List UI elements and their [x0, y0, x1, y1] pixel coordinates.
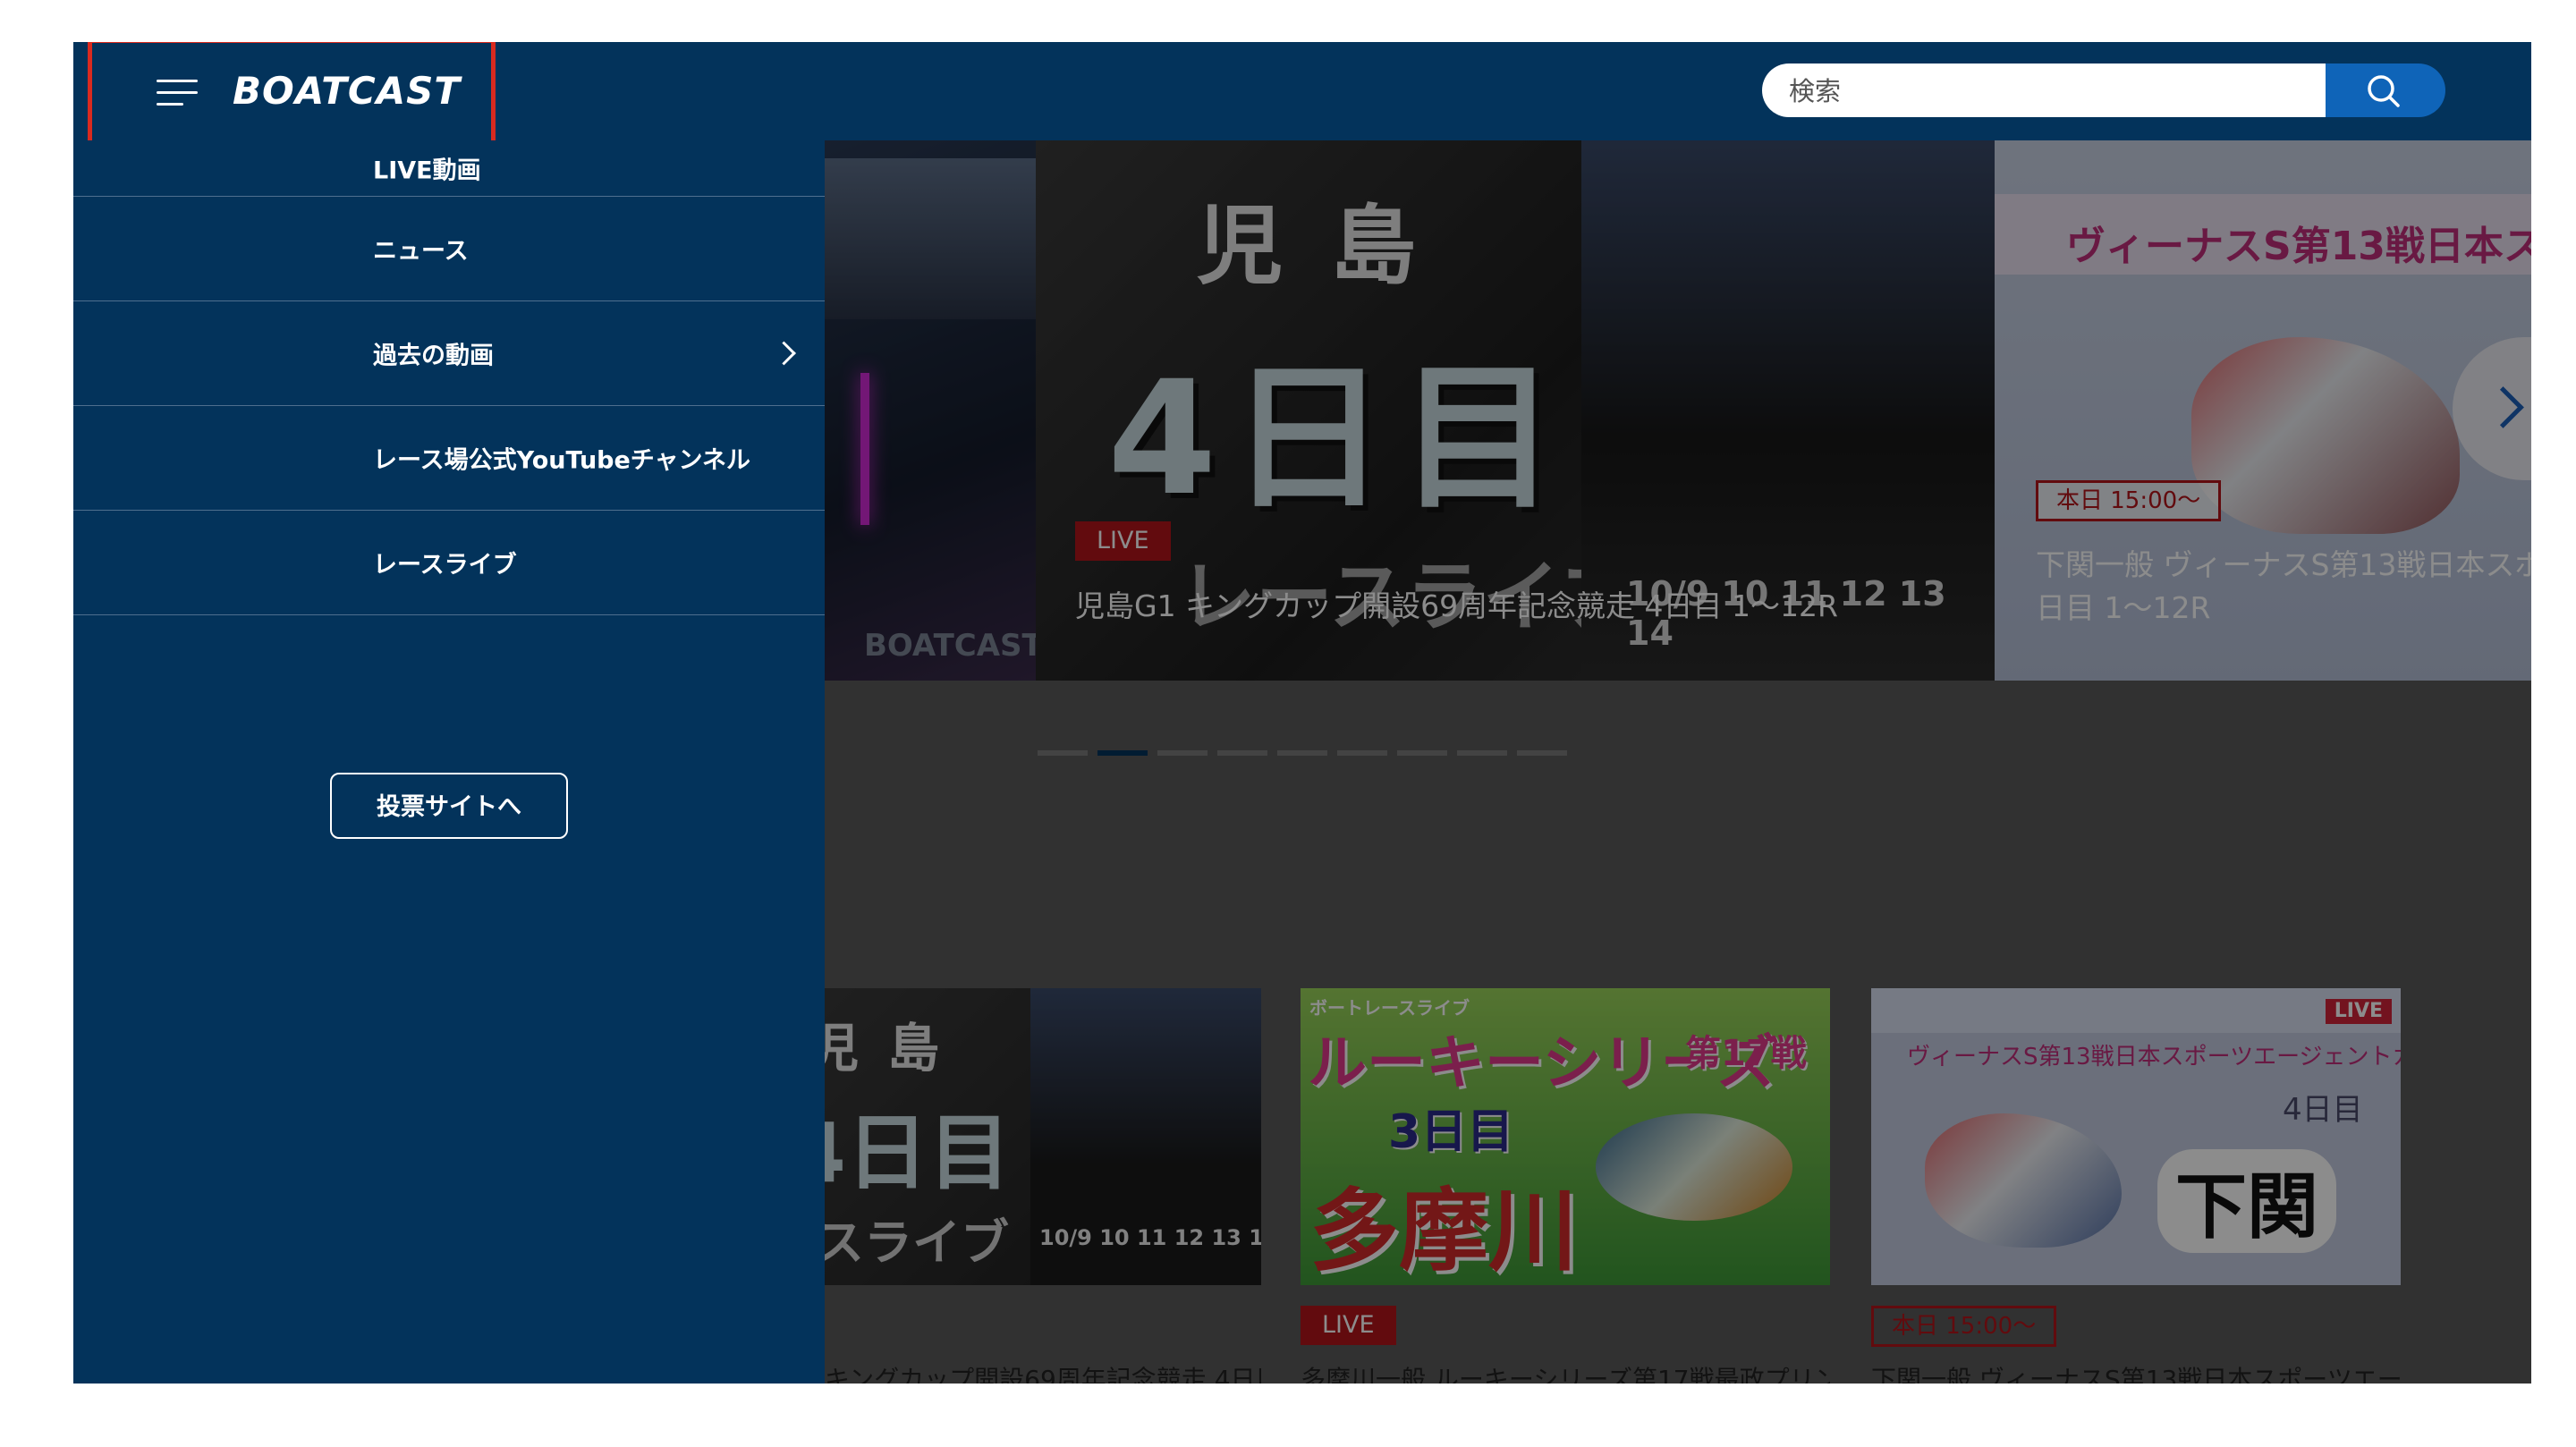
sidebar-item-label: ニュース [373, 237, 469, 266]
carousel-slide-prev[interactable]: BOATCAST [825, 140, 1036, 681]
video-thumb-0[interactable]: 児 島 4日目 スライブ 10/9 10 11 12 13 14 [825, 988, 1261, 1285]
thumb-art-place: 多摩川 [1309, 1179, 1578, 1283]
carousel-dot-0[interactable] [1038, 750, 1088, 756]
sidebar: LIVE動画 ニュース 過去の動画 レース場公式YouTubeチャンネル レース… [73, 140, 825, 1384]
thumb-art-banner: ヴィーナスS第13戦日本スポーツエージェントカップ [1907, 1044, 2401, 1070]
search-icon [2368, 75, 2400, 107]
app-window: BOATCAST 児 島 4日目 レースライブ 10/9 10 11 12 13… [73, 42, 2531, 1384]
video-caption-1[interactable]: 多摩川一般 ルーキーシリーズ第17戦最政プリン [1301, 1360, 1830, 1384]
sidebar-item-live[interactable]: LIVE動画 [73, 140, 825, 197]
thumb-art-round: 第17戦 [1685, 1033, 1807, 1074]
start-time-badge: 本日 15:00〜 [2036, 480, 2222, 521]
thumb-art-bottom: スライブ [825, 1214, 1009, 1271]
video-caption-2[interactable]: 下関一般 ヴィーナスS第13戦日本スポーツエージ [1871, 1360, 2401, 1384]
start-time-badge: 本日 15:00〜 [1871, 1306, 2057, 1347]
slide-caption-line1: 下関一般 ヴィーナスS第13戦日本スポ [2036, 547, 2531, 582]
vote-site-button[interactable]: 投票サイトへ [330, 773, 568, 839]
search-input[interactable] [1787, 71, 2309, 112]
sidebar-item-label: レースライブ [373, 551, 517, 580]
carousel-dot-1[interactable] [1097, 750, 1148, 756]
video-thumb-1[interactable]: ボートレースライブ ルーキーシリーズ 第17戦 3日目 多摩川 [1301, 988, 1830, 1285]
sidebar-item-label: 過去の動画 [373, 342, 494, 370]
thumb-art-day: 3日目 [1388, 1105, 1514, 1159]
sidebar-item-label: LIVE動画 [373, 157, 481, 185]
live-badge: LIVE [1301, 1306, 1396, 1345]
thumb-art-place: 下関 [2157, 1149, 2336, 1253]
video-thumb-2[interactable]: LIVE ヴィーナスS第13戦日本スポーツエージェントカップ 4日目 下関 [1871, 988, 2401, 1285]
sidebar-item-news[interactable]: ニュース [73, 197, 825, 301]
video-caption-0[interactable]: キングカップ開設69周年記念競走 4日目 1 [825, 1360, 1261, 1384]
carousel-watermark: BOATCAST [864, 628, 1036, 664]
sidebar-item-youtube[interactable]: レース場公式YouTubeチャンネル [73, 406, 825, 511]
carousel-slide-active[interactable]: 児 島 4日目 レースライブ 10/9 10 11 12 13 14 LIVE … [1036, 140, 1995, 681]
top-bar: BOATCAST [73, 42, 2531, 171]
slide-banner: ヴィーナスS第13戦日本スポ [2066, 224, 2531, 269]
thumb-live-tag: LIVE [2325, 999, 2392, 1024]
live-badge: LIVE [1075, 521, 1171, 561]
sidebar-item-race-live[interactable]: レースライブ [73, 511, 825, 615]
carousel-dot-8[interactable] [1517, 750, 1567, 756]
thumb-art-top: 児 島 [825, 1018, 945, 1079]
slide-art-top: 児 島 [1197, 196, 1426, 296]
chevron-right-icon [772, 341, 796, 366]
carousel-dot-3[interactable] [1217, 750, 1267, 756]
carousel-dot-7[interactable] [1457, 750, 1507, 756]
search-button[interactable] [2326, 63, 2445, 117]
carousel-slide-next[interactable]: ヴィーナスS第13戦日本スポ 本日 15:00〜 下関一般 ヴィーナスS第13戦… [1995, 140, 2531, 681]
thumb-art-day: 4日目 [2283, 1092, 2363, 1128]
slide-caption: 児島G1 キングカップ開設69周年記念競走 4日目 1〜12R [1075, 588, 1838, 623]
chevron-right-icon [2482, 386, 2524, 428]
slide-caption-line2: 日目 1〜12R [2036, 590, 2211, 625]
carousel-dot-2[interactable] [1157, 750, 1208, 756]
sidebar-item-label: レース場公式YouTubeチャンネル [373, 446, 750, 475]
carousel-dot-5[interactable] [1337, 750, 1387, 756]
carousel-dot-4[interactable] [1277, 750, 1327, 756]
thumb-art-big: 4日目 [825, 1105, 1012, 1201]
sidebar-item-past-videos[interactable]: 過去の動画 [73, 301, 825, 406]
search-bar [1762, 63, 2326, 117]
thumb-art-dates: 10/9 10 11 12 13 14 [1039, 1225, 1261, 1250]
carousel-dot-6[interactable] [1397, 750, 1447, 756]
slide-art-big: 4日目 [1107, 347, 1570, 530]
